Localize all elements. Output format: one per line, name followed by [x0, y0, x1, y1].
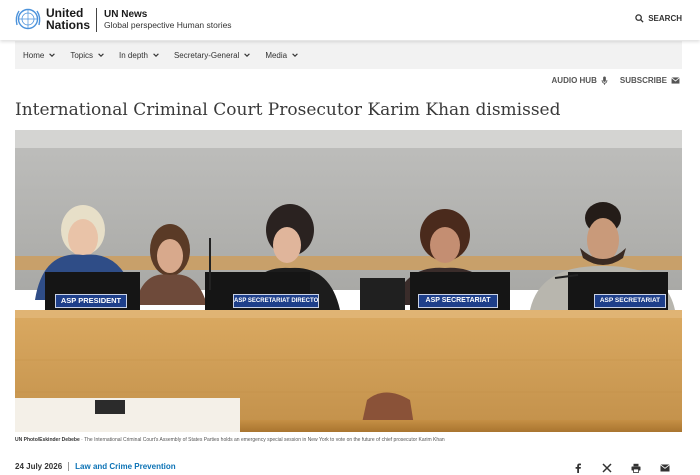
facebook-icon[interactable]: [573, 463, 583, 473]
chevron-down-icon: [98, 53, 104, 57]
search-label: SEARCH: [648, 14, 682, 23]
main-nav: Home Topics In depth Secretary-General M…: [15, 41, 682, 69]
logo-line-2: Nations: [46, 18, 91, 32]
microphone-icon: [601, 76, 608, 85]
photo-illustration: [15, 130, 682, 432]
caption-credit: UN Photo/Eskinder Debebe: [15, 437, 80, 443]
audio-hub-link[interactable]: AUDIO HUB: [552, 76, 608, 85]
article-headline: International Criminal Court Prosecutor …: [15, 100, 561, 120]
site-tagline: Global perspective Human stories: [104, 20, 232, 30]
site-header: United Nations UN News Global perspectiv…: [0, 0, 700, 40]
un-wordmark[interactable]: United Nations: [46, 7, 90, 31]
article-photo: ASP PRESIDENT ASP SECRETARIAT DIRECTOR A…: [15, 130, 682, 432]
nameplate: ASP SECRETARIAT: [594, 294, 666, 308]
nav-item-label: Media: [265, 50, 288, 60]
share-bar: [573, 463, 670, 473]
search-button[interactable]: SEARCH: [635, 14, 682, 23]
nav-item-topics[interactable]: Topics: [70, 51, 105, 60]
nameplate: ASP SECRETARIAT DIRECTOR: [233, 294, 319, 308]
nav-item-label: Topics: [70, 50, 94, 60]
header-divider: [96, 8, 97, 32]
site-title[interactable]: UN News: [104, 9, 147, 20]
chevron-down-icon: [153, 53, 159, 57]
subscribe-link[interactable]: SUBSCRIBE: [620, 76, 680, 85]
photo-caption: UN Photo/Eskinder Debebe · The Internati…: [15, 437, 445, 443]
x-icon[interactable]: [602, 463, 612, 473]
nav-item-home[interactable]: Home: [23, 51, 56, 60]
nameplate: ASP SECRETARIAT: [418, 294, 498, 308]
email-icon[interactable]: [660, 463, 670, 473]
un-emblem-icon[interactable]: [14, 7, 42, 31]
nav-item-label: In depth: [119, 50, 148, 60]
article-date: 24 July 2026: [15, 462, 70, 471]
article-topic-link[interactable]: Law and Crime Prevention: [75, 462, 175, 471]
nav-item-secretary-general[interactable]: Secretary-General: [174, 51, 251, 60]
audio-hub-label: AUDIO HUB: [551, 76, 597, 85]
article-meta: 24 July 2026 Law and Crime Prevention: [15, 462, 176, 471]
nav-item-label: Secretary-General: [173, 50, 240, 60]
subscribe-label: SUBSCRIBE: [619, 76, 667, 85]
chevron-down-icon: [244, 53, 251, 57]
chevron-down-icon: [49, 53, 56, 57]
caption-text: The International Criminal Court's Assem…: [84, 437, 445, 443]
envelope-icon: [671, 77, 680, 84]
nav-item-label: Home: [23, 50, 45, 60]
nav-item-media[interactable]: Media: [265, 51, 299, 60]
search-icon: [635, 14, 644, 23]
nameplate: ASP PRESIDENT: [55, 294, 127, 308]
nav-item-in-depth[interactable]: In depth: [119, 51, 160, 60]
chevron-down-icon: [292, 53, 298, 57]
print-icon[interactable]: [631, 463, 641, 473]
utility-links: AUDIO HUB SUBSCRIBE: [552, 76, 680, 85]
